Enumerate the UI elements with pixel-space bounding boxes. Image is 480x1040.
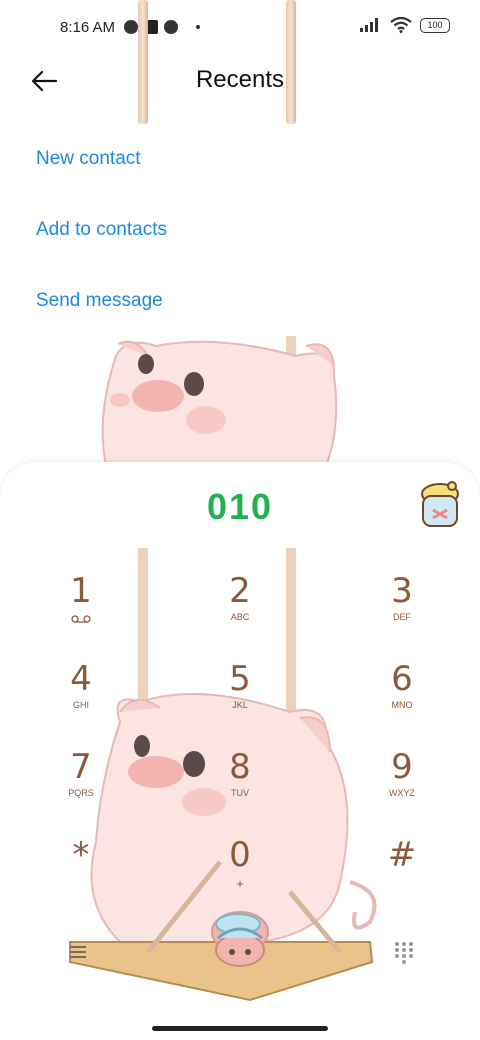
new-contact-link[interactable]: New contact [36,148,141,170]
dial-key-4[interactable]: 4 GHI [36,660,126,730]
key-digit: 2 [229,571,251,611]
dial-key-1[interactable]: 1 [36,572,126,642]
dial-key-9[interactable]: 9 WXYZ [357,748,447,818]
key-digit: # [387,835,417,875]
dial-key-5[interactable]: 5 JKL [195,660,285,730]
dial-key-2[interactable]: 2 ABC [195,572,285,642]
key-letters: DEF [393,612,411,622]
key-digit: * [72,835,90,875]
dial-key-7[interactable]: 7 PQRS [36,748,126,818]
status-time: 8:16 AM [60,19,116,36]
key-digit: 7 [70,747,92,787]
status-system-icons: 100 [360,17,450,33]
key-digit: 5 [229,659,251,699]
dialed-number[interactable]: 010 [0,486,480,528]
key-letters: WXYZ [389,788,415,798]
add-to-contacts-link[interactable]: Add to contacts [36,219,167,241]
keypad-toggle-button[interactable] [392,940,416,964]
key-digit: 4 [70,659,92,699]
status-bar: 8:16 AM 100 [0,0,480,56]
key-letters: ABC [230,612,250,622]
key-letters: + [236,876,244,891]
dial-key-star[interactable]: * [36,836,126,906]
status-notification-icons [124,20,200,34]
send-message-link[interactable]: Send message [36,290,163,312]
app-notification-icon [124,20,138,34]
home-indicator[interactable] [152,1026,328,1031]
menu-button[interactable] [66,940,90,964]
key-digit: 8 [229,747,251,787]
key-letters: GHI [72,700,89,710]
key-digit: 9 [391,747,413,787]
key-letters: PQRS [68,788,94,798]
dot-icon [196,25,200,29]
keypad-icon [395,942,413,964]
pig-wallpaper-illustration [101,336,338,466]
wifi-icon [390,17,412,33]
key-letters: MNO [391,700,413,710]
key-digit: 1 [70,571,92,611]
call-button[interactable] [212,920,268,968]
key-digit: 6 [391,659,413,699]
dial-key-6[interactable]: 6 MNO [357,660,447,730]
phone-call-icon [215,927,265,967]
voicemail-icon [71,615,91,623]
swing-rope-decoration [138,0,148,124]
dial-key-8[interactable]: 8 TUV [195,748,285,818]
jar-sticker-icon [421,481,459,527]
dial-key-0[interactable]: 0 + [195,836,285,906]
key-digit: 0 [229,835,251,875]
battery-icon: 100 [420,17,450,33]
signal-icon [360,18,378,32]
sticker-button[interactable] [418,480,462,532]
dial-key-3[interactable]: 3 DEF [357,572,447,642]
dial-key-hash[interactable]: # [357,836,447,906]
key-letters: TUV [231,788,249,798]
app-notification-icon [164,20,178,34]
key-digit: 3 [391,571,413,611]
key-letters: JKL [232,700,248,710]
page-title: Recents [195,66,285,93]
menu-icon [70,946,86,958]
swing-rope-decoration [286,0,296,124]
